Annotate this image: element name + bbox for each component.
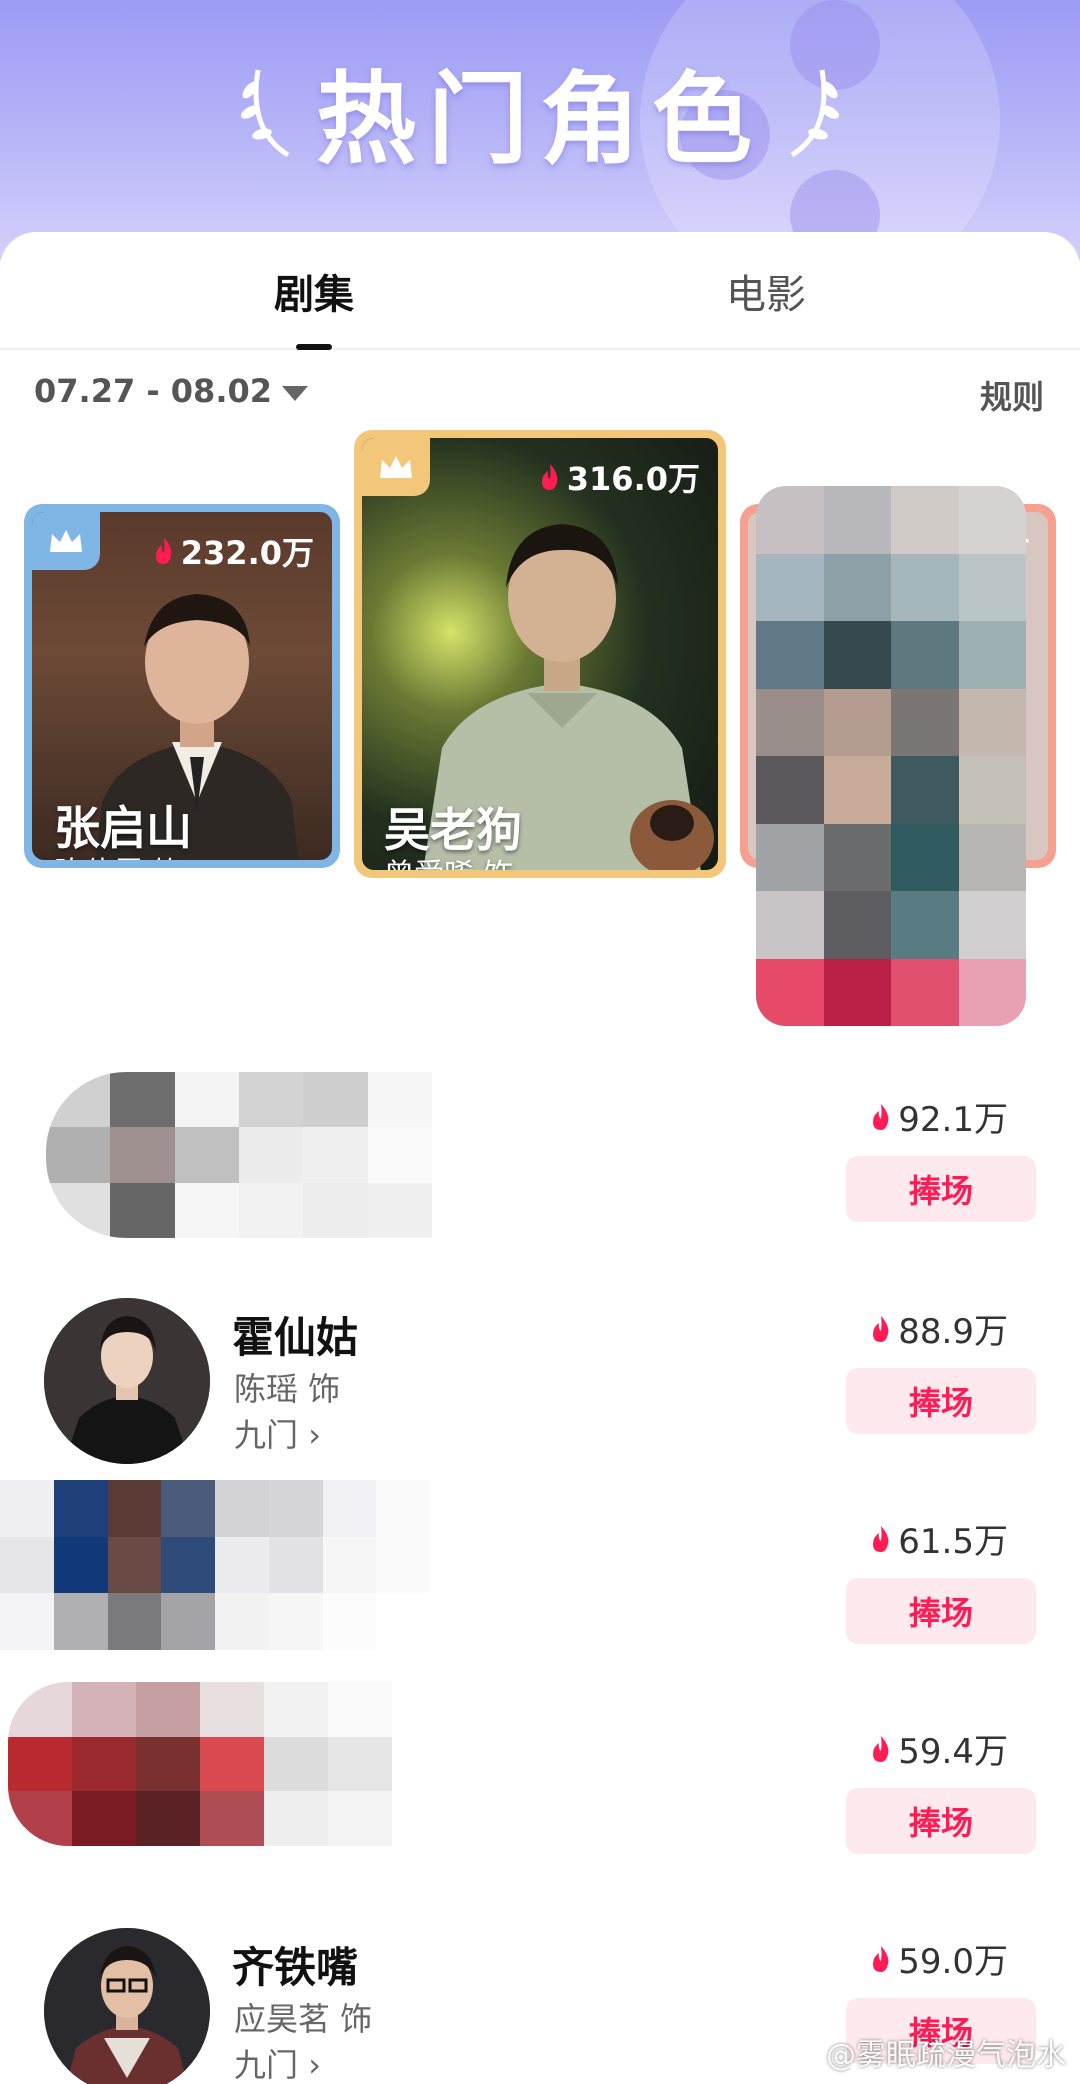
active-tab-indicator xyxy=(296,344,332,350)
page-title: 热门角色 xyxy=(316,61,764,178)
actor-name: 应昊茗 饰 xyxy=(234,2000,373,2038)
weibo-watermark: @雾眠疏漫气泡水 xyxy=(826,2038,1066,2073)
heat-score: 316.0万 xyxy=(537,454,700,500)
avatar xyxy=(44,1298,210,1464)
pixelated-row-censor xyxy=(0,1480,430,1650)
caret-down-icon xyxy=(282,385,308,401)
tab-movies[interactable]: 电影 xyxy=(726,262,806,320)
pixelated-card-censor xyxy=(756,486,1026,1026)
actor-name: 曾舜晞 饰 xyxy=(384,850,514,870)
pixelated-row-censor xyxy=(46,1072,432,1238)
support-button[interactable]: 捧场 xyxy=(846,1788,1036,1854)
flame-icon xyxy=(873,1525,889,1552)
rank-badge xyxy=(362,438,430,496)
tab-bar: 剧集 电影 xyxy=(0,232,1080,350)
crown-icon xyxy=(50,530,82,552)
support-button[interactable]: 捧场 xyxy=(846,1368,1036,1434)
show-link[interactable]: 九门 › xyxy=(234,2040,321,2084)
flame-icon xyxy=(541,464,558,490)
character-name: 霍仙姑 xyxy=(232,1313,359,1362)
flame-icon xyxy=(873,1735,889,1762)
heat-score: 92.1万 xyxy=(868,1092,1008,1141)
flame-icon xyxy=(873,1103,889,1130)
rules-link[interactable]: 规则 xyxy=(980,372,1044,418)
rank-badge xyxy=(32,512,100,570)
heat-score: 59.0万 xyxy=(868,1934,1008,1983)
pixelated-row-censor xyxy=(8,1682,392,1846)
flame-icon xyxy=(873,1315,889,1342)
heat-score: 88.9万 xyxy=(868,1304,1008,1353)
show-link[interactable]: 九门 › xyxy=(234,1410,321,1456)
flame-icon xyxy=(873,1945,889,1972)
flame-icon xyxy=(155,538,172,564)
date-range-selector[interactable]: 07.27 - 08.02 xyxy=(34,372,308,410)
laurel-right-icon xyxy=(790,69,840,158)
crown-icon xyxy=(380,456,412,478)
support-button[interactable]: 捧场 xyxy=(846,1156,1036,1222)
list-item[interactable]: 霍仙姑 陈瑶 饰 九门 › 88.9万 捧场 xyxy=(0,1284,1080,1484)
character-name: 齐铁嘴 xyxy=(232,1943,359,1992)
support-button[interactable]: 捧场 xyxy=(846,1578,1036,1644)
content-panel: 剧集 电影 07.27 - 08.02 规则 232.0万 张启山 316.0万… xyxy=(0,232,1080,2084)
top-card-rank-1[interactable]: 316.0万 吴老狗 曾舜晞 饰 九门 › 捧场 xyxy=(354,430,726,878)
date-range-text: 07.27 - 08.02 xyxy=(34,372,272,410)
avatar xyxy=(44,1928,210,2084)
tab-series[interactable]: 剧集 xyxy=(274,262,354,320)
top-card-rank-2[interactable]: 232.0万 张启山 陈伟霆 饰 九门 › 捧场 xyxy=(24,504,340,868)
actor-name: 陈瑶 饰 xyxy=(234,1370,341,1408)
heat-score: 232.0万 xyxy=(151,528,314,574)
heat-score: 59.4万 xyxy=(868,1724,1008,1773)
actor-name: 陈伟霆 饰 xyxy=(54,848,184,860)
header-banner: 热门角色 xyxy=(0,0,1080,260)
heat-score: 61.5万 xyxy=(868,1514,1008,1563)
